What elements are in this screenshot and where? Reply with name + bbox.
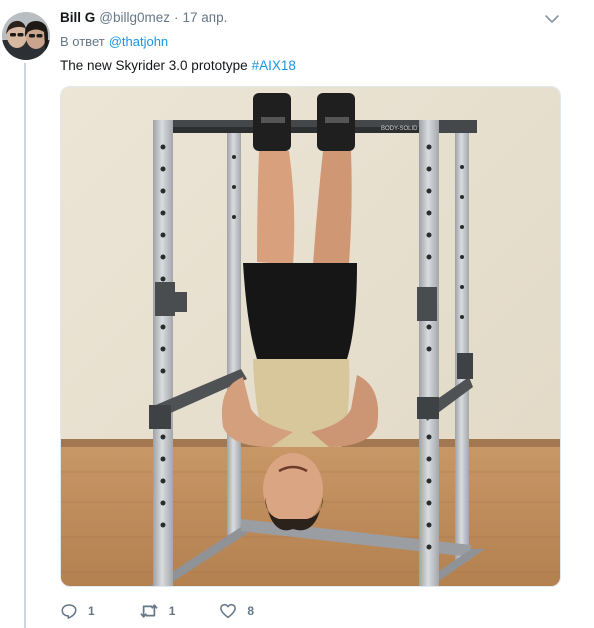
- power-rack-photo: BODY-SOLID: [61, 87, 560, 586]
- like-icon: [220, 603, 237, 619]
- image-brand-text: BODY-SOLID: [381, 126, 418, 132]
- tweet-text-body: The new Skyrider 3.0 prototype: [60, 58, 248, 73]
- like-button[interactable]: 8: [219, 602, 254, 620]
- hashtag-link[interactable]: #AIX18: [252, 58, 296, 73]
- separator-dot: ·: [174, 10, 179, 25]
- author-name[interactable]: Bill G: [60, 10, 95, 25]
- chevron-down-icon: [545, 15, 559, 23]
- more-options-button[interactable]: [544, 12, 560, 26]
- avatar-photo: [2, 12, 50, 60]
- retweet-icon: [139, 604, 158, 618]
- like-count: 8: [247, 604, 255, 618]
- reply-count: 1: [88, 604, 95, 618]
- reply-button[interactable]: 1: [60, 602, 95, 620]
- tweet-text: The new Skyrider 3.0 prototype #AIX18: [60, 58, 296, 73]
- retweet-button[interactable]: 1: [139, 602, 176, 620]
- tweet-timestamp[interactable]: 17 апр.: [183, 10, 228, 25]
- avatar[interactable]: [2, 12, 50, 60]
- tweet-media-image[interactable]: BODY-SOLID: [60, 86, 561, 587]
- reply-icon: [61, 604, 77, 619]
- tweet-actions: 1 1 8: [60, 600, 298, 622]
- thread-line: [24, 63, 26, 628]
- reply-prefix: В ответ: [60, 34, 105, 49]
- reply-mention-link[interactable]: @thatjohn: [109, 34, 168, 49]
- tweet-header: Bill G @billg0mez · 17 апр.: [60, 10, 227, 28]
- retweet-count: 1: [168, 604, 176, 618]
- reply-context: В ответ @thatjohn: [60, 34, 168, 49]
- author-handle[interactable]: @billg0mez: [99, 10, 170, 25]
